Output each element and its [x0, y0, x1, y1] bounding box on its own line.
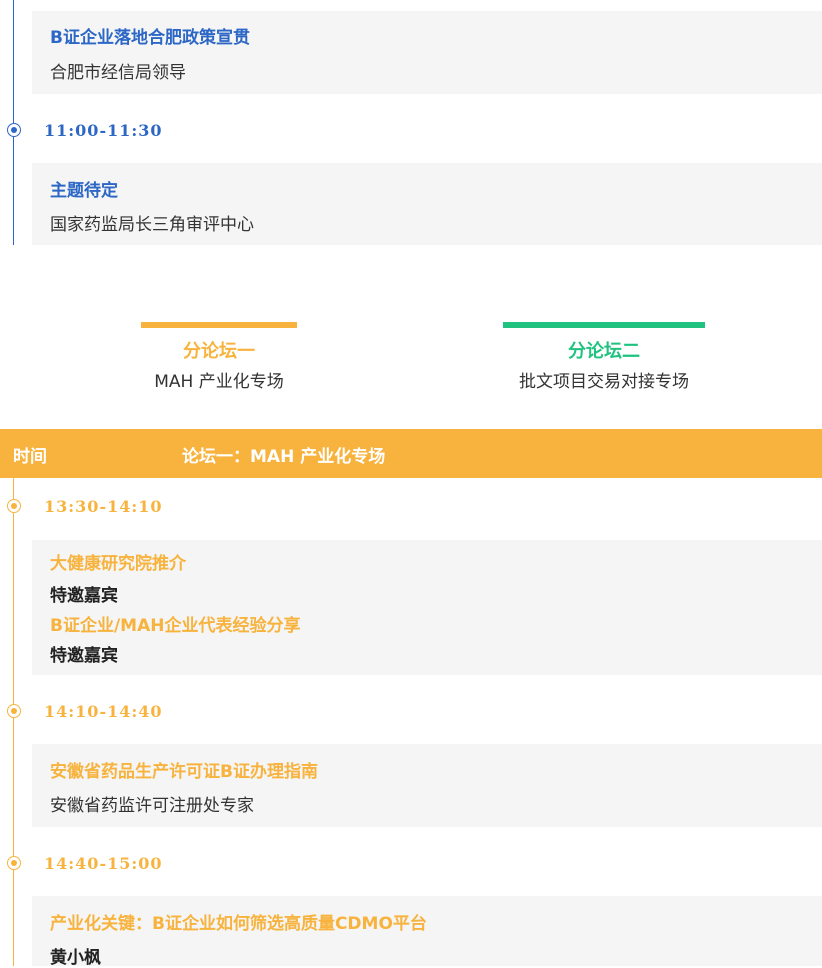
agenda-title: 安徽省药品生产许可证B证办理指南: [50, 762, 318, 782]
timeline-line-forum: [13, 478, 14, 966]
time-slot: 11:00-11:30: [44, 121, 163, 140]
time-column-label: 时间: [13, 447, 47, 467]
agenda-card: B证企业落地合肥政策宣贯 合肥市经信局领导: [32, 11, 822, 94]
tab-forum-one[interactable]: 分论坛一 MAH 产业化专场: [141, 322, 297, 392]
agenda-speaker: 特邀嘉宾: [50, 586, 118, 606]
tab-name: 分论坛一: [183, 341, 255, 362]
time-slot: 13:30-14:10: [44, 497, 163, 516]
agenda-speaker: 特邀嘉宾: [50, 646, 118, 666]
tab-subtitle: MAH 产业化专场: [154, 372, 284, 392]
agenda-speaker: 安徽省药监许可注册处专家: [50, 796, 254, 816]
tab-name: 分论坛二: [568, 341, 640, 362]
agenda-title: 产业化关键：B证企业如何筛选高质量CDMO平台: [50, 914, 427, 934]
time-slot: 14:10-14:40: [44, 702, 163, 721]
agenda-card: 主题待定 国家药监局长三角审评中心: [32, 163, 822, 245]
agenda-speaker: 合肥市经信局领导: [50, 63, 186, 83]
agenda-card: 安徽省药品生产许可证B证办理指南 安徽省药监许可注册处专家: [32, 744, 822, 827]
forum-title: 论坛一：MAH 产业化专场: [182, 447, 386, 467]
tab-underline: [503, 322, 705, 328]
timeline-dot-icon: [7, 123, 21, 137]
tab-underline: [141, 322, 297, 328]
timeline-dot-icon: [7, 856, 21, 870]
agenda-card: 大健康研究院推介 特邀嘉宾 B证企业/MAH企业代表经验分享 特邀嘉宾: [32, 540, 822, 675]
timeline-dot-icon: [7, 704, 21, 718]
agenda-speaker: 国家药监局长三角审评中心: [50, 215, 254, 235]
agenda-title: B证企业落地合肥政策宣贯: [50, 28, 250, 48]
agenda-title: 主题待定: [50, 181, 118, 201]
timeline-dot-icon: [7, 499, 21, 513]
tab-subtitle: 批文项目交易对接专场: [519, 372, 689, 392]
agenda-card: 产业化关键：B证企业如何筛选高质量CDMO平台 黄小枫: [32, 896, 822, 968]
agenda-speaker: 黄小枫: [50, 948, 101, 968]
agenda-title: B证企业/MAH企业代表经验分享: [50, 616, 301, 636]
forum-header-bar: 时间 论坛一：MAH 产业化专场: [0, 429, 822, 478]
tab-forum-two[interactable]: 分论坛二 批文项目交易对接专场: [503, 322, 705, 392]
agenda-title: 大健康研究院推介: [50, 554, 186, 574]
time-slot: 14:40-15:00: [44, 854, 163, 873]
